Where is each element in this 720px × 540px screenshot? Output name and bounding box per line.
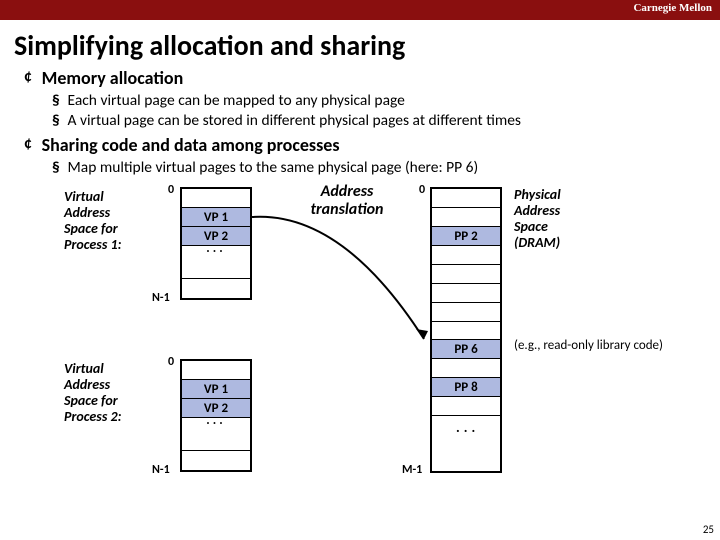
vas2-row-empty <box>182 432 250 451</box>
phys-row <box>432 208 500 227</box>
slide-body: ¢ Memory allocation § Each virtual page … <box>0 67 720 493</box>
eg-label: (e.g., read-only library code) <box>514 339 714 354</box>
bullet-label: Sharing code and data among processes <box>42 134 340 156</box>
phys-row <box>432 265 500 284</box>
subbullet-mark: § <box>52 158 64 177</box>
vas2-vp1: VP 1 <box>182 380 250 399</box>
vas2-row-empty <box>182 451 250 470</box>
vas1-row-empty <box>182 189 250 208</box>
slide-title: Simplifying allocation and sharing <box>14 28 720 63</box>
subbullet-3: § Map multiple virtual pages to the same… <box>52 158 700 177</box>
index-n1-vas2: N-1 <box>152 463 170 477</box>
subbullet-text: A virtual page can be stored in differen… <box>68 111 521 130</box>
subbullet-2: § A virtual page can be stored in differ… <box>52 111 700 130</box>
arrow-vp1-pp6 <box>252 215 430 347</box>
phys-pp8: PP 8 <box>432 378 500 397</box>
phys-pp6: PP 6 <box>432 340 500 359</box>
brand-text: Carnegie Mellon <box>633 2 712 14</box>
vas1-dots: ... <box>182 246 250 260</box>
vas2-memory: VP 1 VP 2 ... <box>180 359 252 472</box>
phys-pp2: PP 2 <box>432 227 500 246</box>
address-translation-label: Address translation <box>292 183 402 218</box>
bullet-memory-allocation: ¢ Memory allocation <box>24 67 700 89</box>
diagram-area: Virtual Address Space for Process 1: 0 V… <box>24 183 700 493</box>
phys-row <box>432 303 500 322</box>
bullet-label: Memory allocation <box>42 67 184 89</box>
index-0-vas1: 0 <box>168 183 174 197</box>
page-number: 25 <box>703 523 714 536</box>
vas2-dots: ... <box>182 418 250 432</box>
index-m1: M-1 <box>402 463 422 477</box>
phys-row <box>432 322 500 340</box>
subbullet-mark: § <box>52 91 64 110</box>
phys-row <box>432 436 500 455</box>
index-0-phys: 0 <box>419 183 425 197</box>
vas1-row-empty <box>182 279 250 298</box>
subbullet-text: Map multiple virtual pages to the same p… <box>68 158 479 177</box>
bullet-mark: ¢ <box>24 67 38 86</box>
index-0-vas2: 0 <box>168 355 174 369</box>
phys-row <box>432 284 500 303</box>
brand-bar: Carnegie Mellon <box>0 0 720 20</box>
phys-row <box>432 397 500 416</box>
vas1-label: Virtual Address Space for Process 1: <box>64 189 154 253</box>
subbullet-text: Each virtual page can be mapped to any p… <box>68 91 405 110</box>
phys-row <box>432 359 500 378</box>
vas2-row-empty <box>182 361 250 380</box>
bullet-sharing: ¢ Sharing code and data among processes <box>24 134 700 156</box>
vas1-memory: VP 1 VP 2 ... <box>180 187 252 300</box>
vas1-row-empty <box>182 260 250 279</box>
vas1-vp1: VP 1 <box>182 208 250 227</box>
phys-row <box>432 189 500 208</box>
phys-label: Physical Address Space (DRAM) <box>514 187 604 251</box>
index-n1-vas1: N-1 <box>152 291 170 305</box>
phys-dots: ... <box>456 419 479 436</box>
subbullet-1: § Each virtual page can be mapped to any… <box>52 91 700 110</box>
vas2-label: Virtual Address Space for Process 2: <box>64 361 154 425</box>
subbullet-mark: § <box>52 111 64 130</box>
bullet-mark: ¢ <box>24 134 38 153</box>
phys-row <box>432 246 500 265</box>
